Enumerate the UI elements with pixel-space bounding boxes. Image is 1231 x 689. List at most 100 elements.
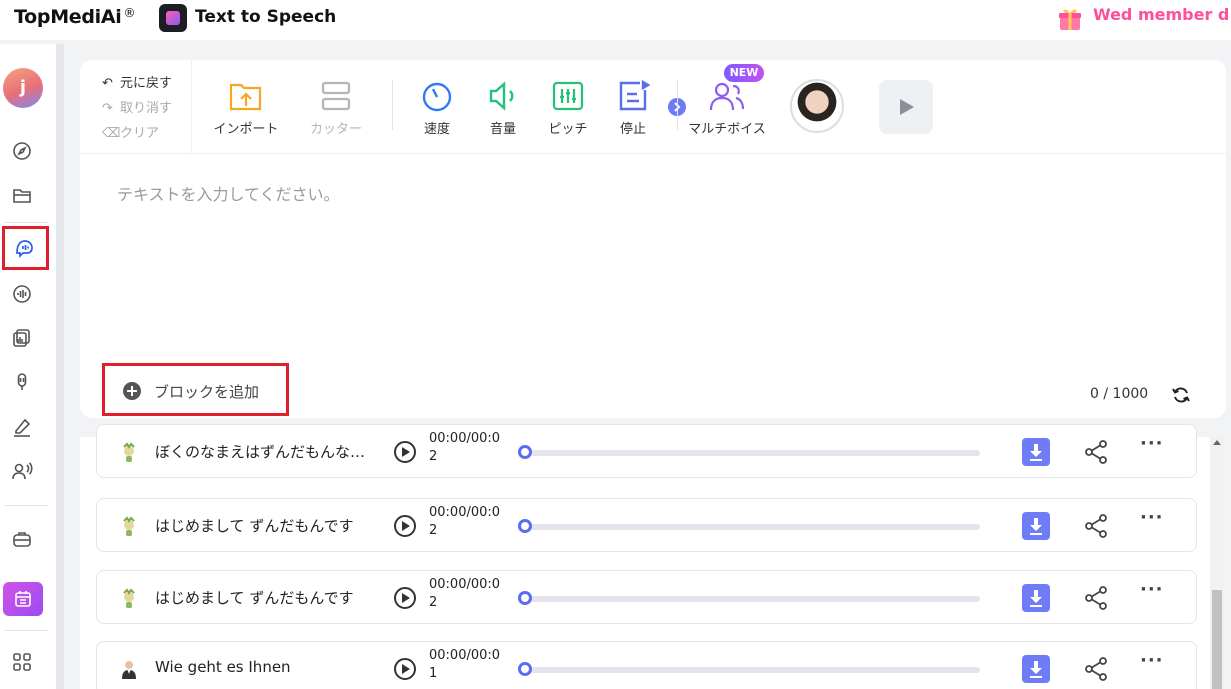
toolbar-divider <box>677 80 678 130</box>
more-options-icon[interactable]: ··· <box>1140 579 1164 600</box>
audio-row-text: はじめまして ずんだもんです <box>155 517 354 535</box>
multivoice-button[interactable]: マルチボイス <box>686 80 768 137</box>
download-icon-base <box>1030 533 1042 535</box>
audio-row-time: 00:00/00:02 <box>429 577 501 610</box>
progress-knob[interactable] <box>518 445 532 459</box>
audio-row-text: ぼくのなまえはずんだもんな… <box>155 443 366 461</box>
speed-button[interactable]: 速度 <box>414 80 460 137</box>
volume-button[interactable]: 音量 <box>480 80 526 137</box>
speaker-avatar-icon <box>122 661 136 679</box>
progress-knob[interactable] <box>518 662 532 676</box>
speaker-avatar-icon <box>123 588 135 608</box>
brand-logo[interactable]: TopMediAi ® <box>14 6 136 28</box>
audio-row-text: Wie geht es Ihnen <box>155 658 291 676</box>
toolbar-separator <box>191 60 192 153</box>
download-icon[interactable] <box>1022 584 1050 612</box>
pitch-icon <box>552 81 584 111</box>
promo-banner[interactable]: Wed member d <box>1093 5 1229 24</box>
new-badge: NEW <box>724 64 764 82</box>
speaker-avatar-icon <box>123 442 135 462</box>
redo-icon: ↷ <box>102 101 113 116</box>
compass-icon[interactable] <box>11 140 33 162</box>
calendar-button[interactable] <box>3 582 43 616</box>
progress-knob[interactable] <box>518 591 532 605</box>
share-icon[interactable] <box>1083 656 1109 682</box>
preview-play-button[interactable] <box>879 80 933 134</box>
voice-wave-icon[interactable] <box>11 283 33 305</box>
import-button[interactable]: インポート <box>210 80 282 137</box>
user-avatar[interactable]: j <box>3 68 43 108</box>
audio-row-time: 00:00/00:02 <box>429 505 501 538</box>
scrollbar-thumb[interactable] <box>1212 590 1222 689</box>
progress-track[interactable] <box>523 524 980 530</box>
download-icon[interactable] <box>1022 438 1050 466</box>
clear-button[interactable]: ⌫クリア <box>102 122 159 141</box>
audio-row: ぼくのなまえはずんだもんな… 00:00/00:02 ··· <box>96 424 1197 478</box>
audio-row: Wie geht es Ihnen 00:00/00:01 ··· <box>96 641 1197 689</box>
text-to-speech-icon[interactable] <box>13 237 35 259</box>
redo-button[interactable]: ↷ 取り消す <box>102 97 172 116</box>
audio-row: はじめまして ずんだもんです 00:00/00:02 ··· <box>96 498 1197 552</box>
download-icon[interactable] <box>1022 512 1050 540</box>
gift-icon[interactable] <box>1057 6 1083 32</box>
play-icon[interactable] <box>394 441 416 463</box>
play-icon[interactable] <box>394 587 416 609</box>
multivoice-icon <box>709 82 745 111</box>
pen-icon[interactable] <box>11 416 33 438</box>
pause-doc-icon <box>619 80 650 111</box>
text-input[interactable]: テキストを入力してください。 <box>117 181 340 205</box>
speaker-person-icon[interactable] <box>11 460 33 482</box>
more-options-icon[interactable]: ··· <box>1140 650 1164 671</box>
download-icon-base <box>1030 605 1042 607</box>
undo-button[interactable]: ↶ 元に戻す <box>102 72 172 91</box>
folder-icon[interactable] <box>11 185 33 207</box>
undo-icon: ↶ <box>102 76 113 91</box>
sidebar-divider <box>4 505 48 506</box>
app-title: Text to Speech <box>195 7 337 27</box>
share-icon[interactable] <box>1083 513 1109 539</box>
share-icon[interactable] <box>1083 439 1109 465</box>
volume-icon <box>489 81 514 111</box>
download-icon-base <box>1030 459 1042 461</box>
audio-row: はじめまして ずんだもんです 00:00/00:02 ··· <box>96 570 1197 624</box>
progress-track[interactable] <box>523 667 980 673</box>
progress-knob[interactable] <box>518 519 532 533</box>
speaker-avatar-icon <box>123 516 135 536</box>
scroll-up-arrow-icon[interactable] <box>1213 440 1221 445</box>
toolbox-icon[interactable] <box>11 528 33 550</box>
top-bar: TopMediAi ® Text to Speech Wed member d <box>0 0 1231 40</box>
play-icon[interactable] <box>394 658 416 680</box>
clear-icon: ⌫ <box>102 126 121 141</box>
speed-icon <box>422 82 452 112</box>
folder-import-icon <box>229 83 262 111</box>
more-options-icon[interactable]: ··· <box>1140 507 1164 528</box>
toolbar-bottom-border <box>80 153 1226 154</box>
progress-track[interactable] <box>523 450 980 456</box>
text-to-speech-app-icon <box>159 4 187 32</box>
cutter-icon <box>321 81 351 111</box>
audio-row-time: 00:00/00:01 <box>429 648 501 681</box>
sidebar-scroll-track <box>56 44 64 689</box>
share-icon[interactable] <box>1083 585 1109 611</box>
more-options-icon[interactable]: ··· <box>1140 433 1164 454</box>
progress-track[interactable] <box>523 596 980 602</box>
voice-avatar[interactable] <box>790 79 844 133</box>
character-counter: 0 / 1000 <box>1090 386 1149 402</box>
add-block-button[interactable]: ブロックを追加 <box>102 363 289 416</box>
calendar-icon <box>15 591 31 607</box>
plus-circle-icon <box>123 382 141 400</box>
toolbar-divider <box>392 80 393 130</box>
cutter-button[interactable]: カッター <box>306 80 366 137</box>
audio-row-time: 00:00/00:02 <box>429 431 501 464</box>
audio-row-text: はじめまして ずんだもんです <box>155 589 354 607</box>
refresh-icon[interactable] <box>1171 385 1191 405</box>
sidebar-divider <box>4 222 48 223</box>
pause-button[interactable]: 停止 <box>612 80 654 137</box>
microphone-icon[interactable] <box>11 371 33 393</box>
play-icon[interactable] <box>394 515 416 537</box>
download-icon-base <box>1030 676 1042 678</box>
pitch-button[interactable]: ピッチ <box>544 80 592 137</box>
cards-icon[interactable] <box>11 327 33 349</box>
download-icon[interactable] <box>1022 655 1050 683</box>
apps-grid-icon[interactable] <box>11 651 33 673</box>
